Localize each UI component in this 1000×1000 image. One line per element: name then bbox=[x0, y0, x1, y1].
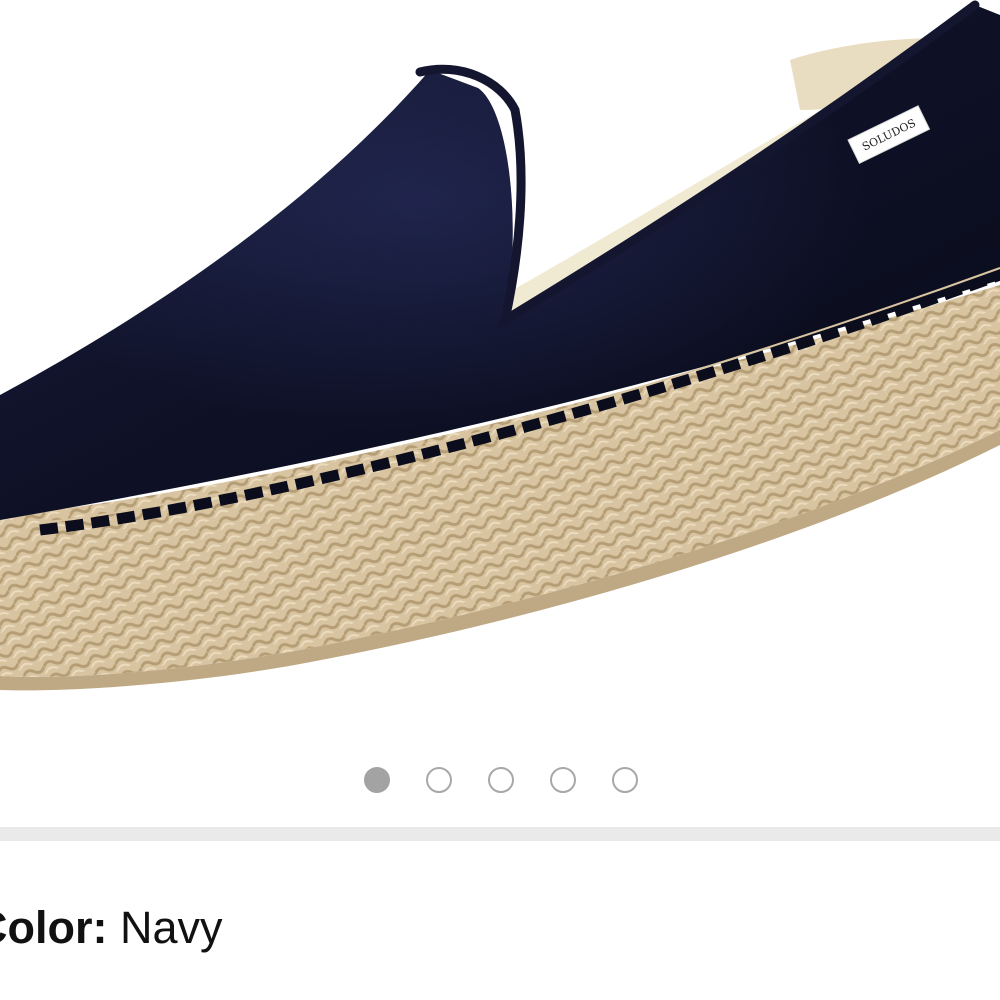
color-value: Navy bbox=[120, 902, 223, 953]
carousel-dot-3[interactable] bbox=[488, 767, 514, 793]
product-image-gallery[interactable]: SOLUDOS bbox=[0, 0, 1000, 745]
carousel-dot-1[interactable] bbox=[364, 767, 390, 793]
section-divider bbox=[0, 827, 1000, 841]
image-carousel-indicator bbox=[0, 765, 1000, 797]
carousel-dot-5[interactable] bbox=[612, 767, 638, 793]
carousel-dot-4[interactable] bbox=[550, 767, 576, 793]
carousel-dot-2[interactable] bbox=[426, 767, 452, 793]
product-image: SOLUDOS bbox=[0, 0, 1000, 691]
color-label: Color: bbox=[0, 902, 108, 953]
color-selection: Color: Navy bbox=[0, 905, 223, 950]
